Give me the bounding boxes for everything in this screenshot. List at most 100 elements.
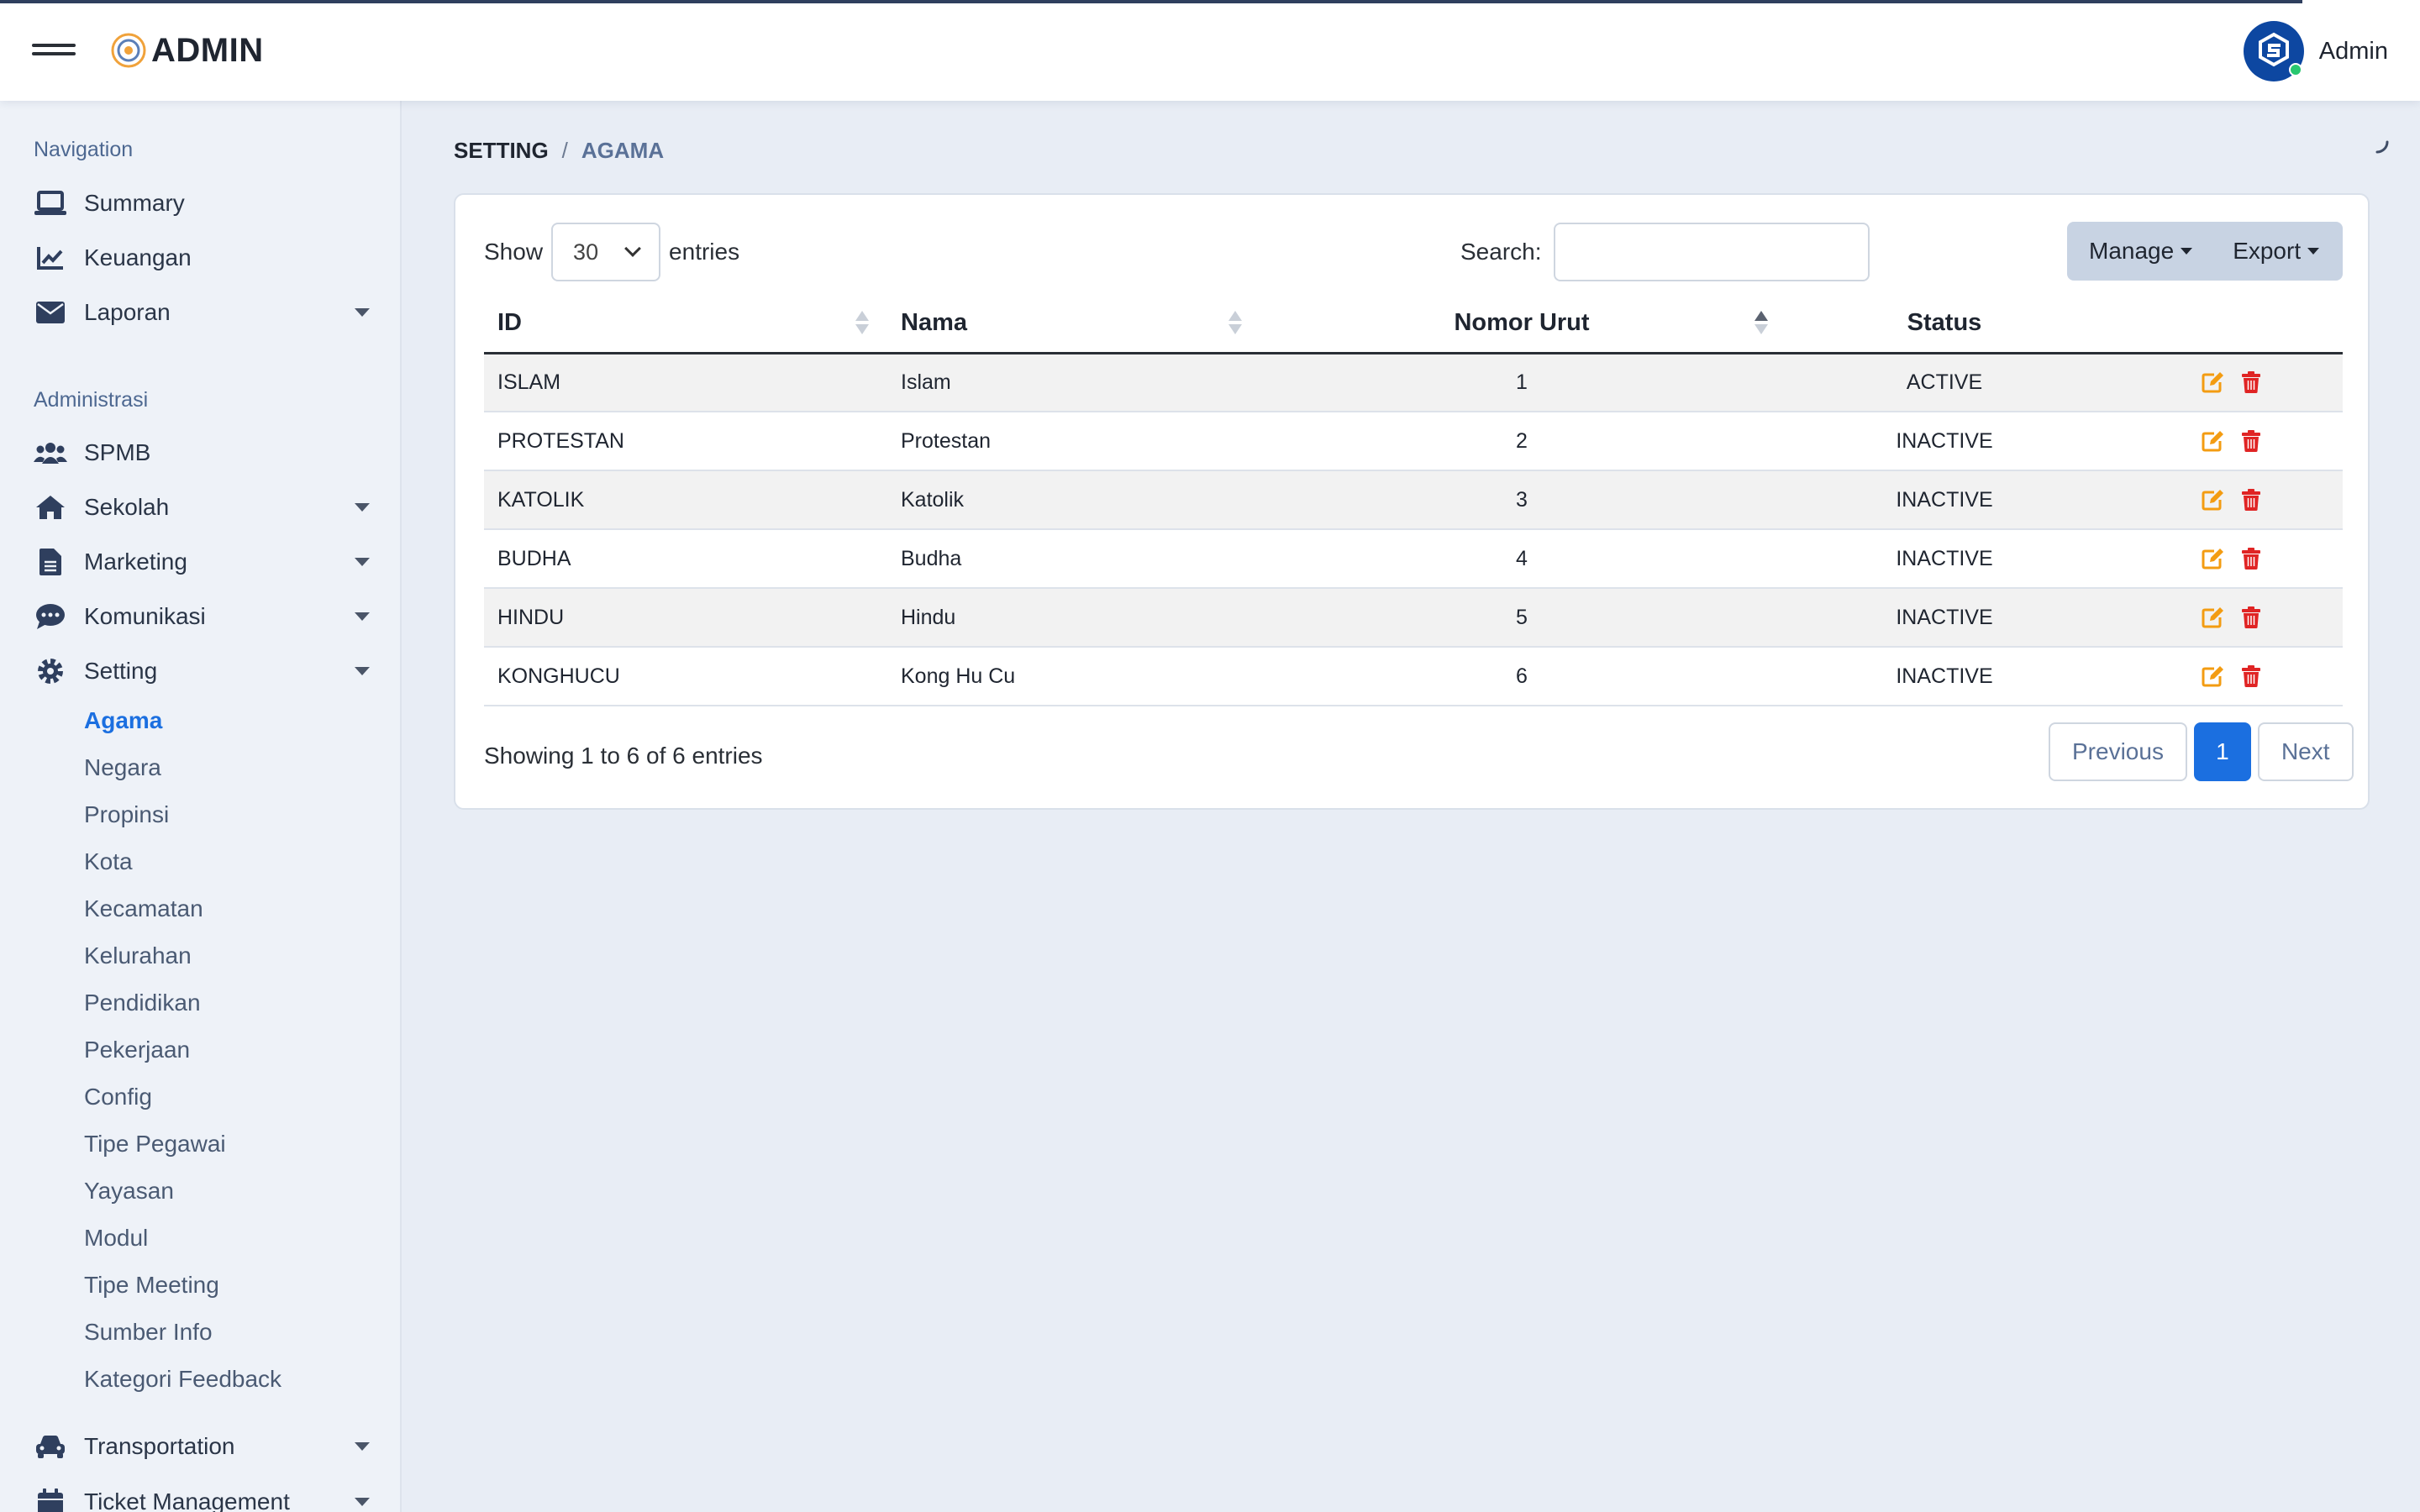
avatar[interactable] (2243, 21, 2304, 81)
edit-icon[interactable] (2202, 548, 2225, 570)
cell-actions (2106, 353, 2343, 412)
sidebar-item-spmb[interactable]: SPMB (34, 429, 370, 476)
sidebar-subitem-negara[interactable]: Negara (84, 754, 161, 781)
sidebar-subitem-kelurahan[interactable]: Kelurahan (84, 942, 192, 969)
sidebar-subitem-modul[interactable]: Modul (84, 1225, 148, 1252)
comment-icon (34, 602, 67, 631)
sidebar-item-setting[interactable]: Setting (34, 648, 370, 695)
manage-button[interactable]: Manage (2089, 222, 2193, 281)
column-header-actions (2106, 294, 2343, 354)
search-input[interactable] (1553, 223, 1870, 281)
pagination: Previous 1 Next (2049, 722, 2354, 781)
sort-asc-icon (1754, 311, 1768, 339)
page-button-current[interactable]: 1 (2193, 722, 2251, 781)
sidebar-item-komunikasi[interactable]: Komunikasi (34, 593, 370, 640)
edit-icon[interactable] (2202, 371, 2225, 393)
table-row: ISLAM Islam 1 ACTIVE (484, 353, 2343, 412)
menu-toggle-icon[interactable] (32, 39, 76, 59)
sidebar-subitem-sumber-info[interactable]: Sumber Info (84, 1319, 213, 1346)
sidebar-subitem-yayasan[interactable]: Yayasan (84, 1178, 174, 1205)
sidebar-item-sekolah[interactable]: Sekolah (34, 484, 370, 531)
export-button[interactable]: Export (2233, 222, 2320, 281)
entries-select[interactable]: 30 (551, 223, 661, 281)
cell-actions (2106, 647, 2343, 706)
chevron-down-icon (355, 503, 370, 512)
edit-icon[interactable] (2202, 489, 2225, 511)
delete-icon[interactable] (2242, 665, 2260, 687)
sidebar-subitem-tipe-pegawai[interactable]: Tipe Pegawai (84, 1131, 226, 1158)
sidebar-subitem-kota[interactable]: Kota (84, 848, 133, 875)
cell-status: INACTIVE (1783, 470, 2106, 530)
chevron-down-icon (355, 308, 370, 317)
breadcrumb-separator: / (561, 138, 568, 163)
sidebar-subitem-config[interactable]: Config (84, 1084, 152, 1110)
user-menu[interactable]: Admin (2243, 20, 2388, 82)
sort-icon (855, 311, 869, 339)
file-icon (34, 548, 67, 576)
sidebar-item-marketing[interactable]: Marketing (34, 538, 370, 585)
brand[interactable]: ADMIN (109, 30, 264, 71)
sidebar-subitem-kecamatan[interactable]: Kecamatan (84, 895, 203, 922)
delete-icon[interactable] (2242, 606, 2260, 628)
brand-logo-icon (111, 33, 146, 68)
sidebar-item-transportation[interactable]: Transportation (34, 1423, 370, 1470)
user-name: Admin (2318, 37, 2388, 65)
car-icon (34, 1432, 67, 1461)
column-header-id[interactable]: ID (484, 294, 887, 354)
sidebar-item-label: Summary (84, 190, 185, 216)
home-icon (34, 493, 67, 522)
cell-id: KATOLIK (484, 470, 887, 530)
export-button-label: Export (2233, 238, 2302, 264)
sidebar-subitem-tipe-meeting[interactable]: Tipe Meeting (84, 1272, 219, 1299)
cell-id: KONGHUCU (484, 647, 887, 706)
cell-status: INACTIVE (1783, 647, 2106, 706)
sidebar-subitem-pekerjaan[interactable]: Pekerjaan (84, 1037, 190, 1063)
gear-icon (34, 657, 67, 685)
previous-page-button[interactable]: Previous (2049, 722, 2187, 781)
sidebar-item-laporan[interactable]: Laporan (34, 289, 370, 336)
sidebar: Navigation Summary Keuangan Laporan Admi… (0, 101, 402, 1512)
envelope-icon (34, 298, 67, 327)
users-icon (34, 438, 67, 467)
sidebar-item-keuangan[interactable]: Keuangan (34, 234, 370, 281)
caret-down-icon (2181, 248, 2193, 255)
sidebar-subitem-pendidikan[interactable]: Pendidikan (84, 990, 201, 1016)
chevron-down-icon (624, 240, 641, 257)
chart-line-icon (34, 244, 67, 272)
column-header-nomor-urut[interactable]: Nomor Urut (1260, 294, 1783, 354)
edit-icon[interactable] (2202, 606, 2225, 628)
sidebar-item-ticket-management[interactable]: Ticket Management (34, 1478, 370, 1512)
sidebar-item-summary[interactable]: Summary (34, 180, 370, 227)
delete-icon[interactable] (2242, 548, 2260, 570)
search-label: Search: (1460, 239, 1542, 265)
cell-nomor-urut: 6 (1260, 647, 1783, 706)
cell-id: HINDU (484, 588, 887, 648)
loading-spinner-icon (2375, 140, 2389, 154)
sidebar-subitem-agama[interactable]: Agama (84, 707, 162, 734)
cell-nama: Kong Hu Cu (887, 647, 1260, 706)
sidebar-item-label: Setting (84, 658, 158, 684)
table-info: Showing 1 to 6 of 6 entries (484, 743, 763, 769)
edit-icon[interactable] (2202, 665, 2225, 687)
edit-icon[interactable] (2202, 430, 2225, 452)
delete-icon[interactable] (2242, 430, 2260, 452)
sidebar-item-label: Sekolah (84, 494, 170, 520)
column-header-status[interactable]: Status (1783, 294, 2106, 354)
sidebar-subitem-kategori-feedback[interactable]: Kategori Feedback (84, 1366, 281, 1393)
cell-actions (2106, 412, 2343, 471)
breadcrumb-parent[interactable]: SETTING (454, 138, 549, 164)
sidebar-subitem-propinsi[interactable]: Propinsi (84, 801, 169, 828)
delete-icon[interactable] (2242, 371, 2260, 394)
calendar-icon (34, 1488, 67, 1512)
cell-status: INACTIVE (1783, 529, 2106, 589)
cell-id: ISLAM (484, 353, 887, 412)
delete-icon[interactable] (2242, 489, 2260, 511)
chevron-down-icon (355, 558, 370, 566)
chevron-down-icon (355, 667, 370, 675)
top-bar: ADMIN Admin (0, 0, 2420, 101)
cell-nama: Protestan (887, 412, 1260, 471)
table-row: BUDHA Budha 4 INACTIVE (484, 529, 2343, 589)
next-page-button[interactable]: Next (2257, 722, 2354, 781)
cell-id: BUDHA (484, 529, 887, 589)
column-header-nama[interactable]: Nama (887, 294, 1260, 354)
